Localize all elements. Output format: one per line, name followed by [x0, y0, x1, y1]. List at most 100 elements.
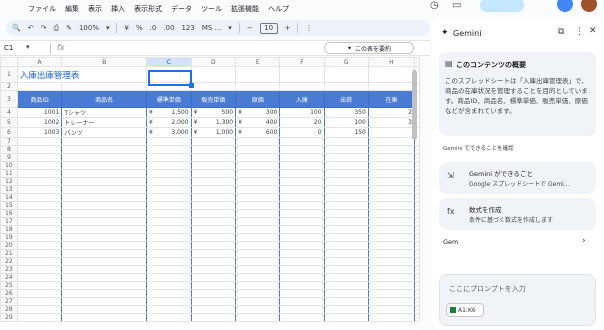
cell[interactable]	[414, 297, 420, 306]
cell[interactable]	[323, 281, 369, 290]
cell[interactable]	[367, 193, 416, 202]
cell[interactable]	[61, 201, 148, 210]
cell[interactable]	[146, 177, 192, 186]
cell[interactable]	[279, 137, 325, 146]
cell[interactable]: ¥500	[190, 107, 237, 118]
cell[interactable]: 20	[279, 117, 325, 128]
spreadsheet-grid[interactable]: A B C D E F G H 1 入庫出庫管理表 2 3 商品ID 商品名 標準単価 販売単価 原価 入庫 出荷在…	[0, 57, 420, 330]
cell[interactable]	[414, 289, 420, 298]
cell[interactable]: ¥2,000	[146, 117, 192, 128]
row-header[interactable]: 4	[0, 107, 18, 118]
cell[interactable]	[146, 153, 192, 162]
cell[interactable]	[279, 273, 325, 282]
row-header[interactable]: 19	[0, 233, 18, 242]
cell[interactable]	[323, 249, 369, 258]
cell[interactable]: 0	[279, 127, 325, 138]
cell[interactable]	[190, 185, 237, 194]
cell[interactable]	[323, 153, 369, 162]
cell[interactable]	[190, 145, 237, 154]
cell[interactable]	[235, 273, 281, 282]
currency-icon[interactable]: ¥	[124, 24, 128, 32]
vertical-scrollbar[interactable]	[412, 70, 417, 140]
cell[interactable]	[61, 225, 148, 234]
cell[interactable]	[235, 66, 281, 83]
cell[interactable]	[323, 265, 369, 274]
cell[interactable]	[61, 297, 148, 306]
cell[interactable]	[279, 153, 325, 162]
cell[interactable]	[323, 169, 369, 178]
cell[interactable]	[323, 233, 369, 242]
cell[interactable]	[61, 273, 148, 282]
cell[interactable]	[190, 169, 237, 178]
cell[interactable]	[279, 217, 325, 226]
cell[interactable]	[235, 161, 281, 170]
cell[interactable]: 350	[323, 107, 369, 118]
cell[interactable]	[16, 249, 63, 258]
cell[interactable]	[235, 313, 281, 322]
cell[interactable]	[323, 145, 369, 154]
cell[interactable]	[235, 281, 281, 290]
cell[interactable]	[16, 209, 63, 218]
cell[interactable]	[367, 127, 416, 138]
cell[interactable]	[61, 313, 148, 322]
cell[interactable]	[235, 241, 281, 250]
undo-icon[interactable]: ↶	[28, 24, 34, 32]
increase-decimal-button[interactable]: .00	[163, 24, 174, 32]
cell[interactable]: ¥1,300	[190, 117, 237, 128]
cell[interactable]	[61, 137, 148, 146]
cell[interactable]	[279, 145, 325, 154]
cell[interactable]	[16, 225, 63, 234]
cell[interactable]	[190, 209, 237, 218]
row-header[interactable]: 22	[0, 257, 18, 266]
cell[interactable]	[414, 217, 420, 226]
row-header[interactable]: 16	[0, 209, 18, 218]
header-cell[interactable]: 標準単価	[146, 90, 192, 108]
cell[interactable]	[367, 217, 416, 226]
cell[interactable]	[235, 82, 281, 91]
number-format-button[interactable]: 123	[181, 24, 194, 32]
cell[interactable]: ¥400	[235, 117, 281, 128]
cell[interactable]	[235, 185, 281, 194]
create-formula-card[interactable]: fx 数式を作成 条件に基づく数式を作成します	[439, 198, 596, 230]
cell[interactable]	[235, 233, 281, 242]
cell[interactable]	[16, 273, 63, 282]
cell[interactable]	[16, 201, 63, 210]
decrease-decimal-button[interactable]: .0	[150, 24, 157, 32]
cell[interactable]	[190, 66, 237, 83]
row-header[interactable]: 9	[0, 153, 18, 162]
header-cell[interactable]: 原価	[235, 90, 281, 108]
cell[interactable]	[414, 241, 420, 250]
cell[interactable]	[16, 265, 63, 274]
cell[interactable]	[323, 257, 369, 266]
cell[interactable]	[367, 66, 416, 83]
cell[interactable]	[16, 82, 63, 91]
cell[interactable]	[323, 313, 369, 322]
cell[interactable]	[367, 281, 416, 290]
cell[interactable]	[190, 82, 237, 91]
header-cell[interactable]: 入庫	[279, 90, 325, 108]
cell[interactable]	[279, 185, 325, 194]
menu-file[interactable]: ファイル	[28, 4, 56, 14]
cell[interactable]	[16, 145, 63, 154]
summarize-table-button[interactable]: ✦ この表を要約	[324, 42, 414, 54]
column-header[interactable]: D	[190, 57, 237, 67]
prompt-input[interactable]: ここにプロンプトを入力	[449, 284, 526, 294]
row-header[interactable]: 8	[0, 145, 18, 154]
font-size-increase-button[interactable]: +	[285, 24, 291, 32]
search-icon[interactable]: 🔍	[12, 24, 21, 32]
range-chip[interactable]: A1:K6	[446, 303, 484, 317]
row-header[interactable]: 12	[0, 177, 18, 186]
cell[interactable]	[414, 201, 420, 210]
cell[interactable]	[323, 241, 369, 250]
row-header[interactable]: 11	[0, 169, 18, 178]
cell[interactable]	[146, 137, 192, 146]
cell[interactable]	[61, 169, 148, 178]
cell[interactable]	[146, 273, 192, 282]
cell[interactable]	[279, 225, 325, 234]
cell[interactable]	[367, 297, 416, 306]
cell[interactable]	[367, 161, 416, 170]
cell[interactable]	[367, 82, 416, 91]
menu-extensions[interactable]: 拡張機能	[231, 4, 259, 14]
cell[interactable]	[279, 161, 325, 170]
cell[interactable]	[323, 273, 369, 282]
